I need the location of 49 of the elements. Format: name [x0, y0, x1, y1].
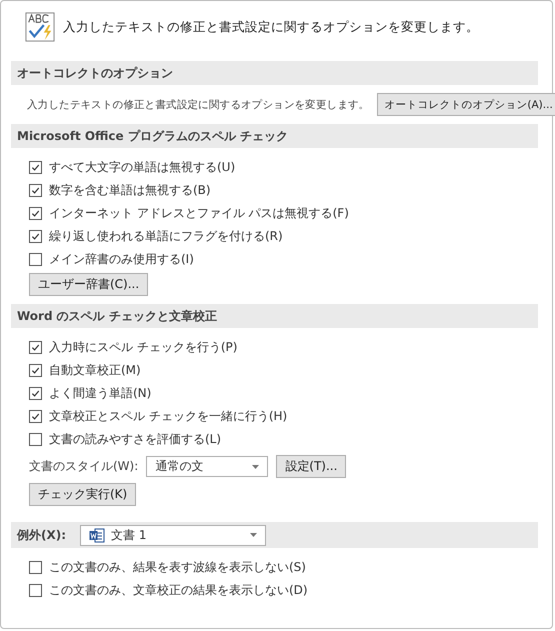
document-dropdown[interactable]: 文書 1 — [80, 524, 266, 546]
section-header: Word のスペル チェックと文章校正 — [11, 304, 538, 328]
header-text: 入力したテキストの修正と書式設定に関するオプションを変更します。 — [63, 18, 479, 36]
dropdown-arrow-icon — [252, 464, 260, 468]
checkbox[interactable] — [29, 432, 42, 446]
exceptions-label: 例外(X): — [17, 526, 66, 544]
checkbox[interactable] — [29, 560, 42, 574]
checkbox[interactable] — [29, 364, 42, 376]
check-icon — [31, 366, 40, 374]
checkbox-label[interactable]: すべて大文字の単語は無視する(U) — [49, 158, 236, 176]
check-icon — [31, 232, 40, 240]
section-header: Microsoft Office プログラムのスペル チェック — [11, 124, 538, 148]
checkbox-label[interactable]: 文章校正とスペル チェックを一緒に行う(H) — [49, 408, 288, 424]
checkbox-label[interactable]: 数字を含む単語は無視する(B) — [49, 182, 211, 198]
checkbox[interactable] — [29, 252, 42, 266]
checkbox-label[interactable]: よく間違う単語(N) — [49, 384, 152, 402]
checkbox[interactable] — [29, 160, 42, 174]
check-icon — [31, 412, 40, 420]
settings-button[interactable]: 設定(T)... — [276, 455, 346, 478]
checkbox[interactable] — [29, 340, 42, 354]
check-icon — [31, 388, 40, 398]
dropdown-arrow-icon — [250, 533, 258, 537]
check-icon — [31, 186, 40, 194]
checkbox-label[interactable]: インターネット アドレスとファイル パスは無視する(F) — [49, 204, 349, 222]
checkbox-label[interactable]: メイン辞書のみ使用する(I) — [49, 250, 194, 268]
description-text: 入力したテキストの修正と書式設定に関するオプションを変更します。 — [27, 98, 370, 112]
checkbox[interactable] — [29, 184, 42, 196]
checkbox-label[interactable]: この文書のみ、結果を表す波線を表示しない(S) — [49, 558, 306, 576]
checkbox-label[interactable]: 繰り返し使われる単語にフラグを付ける(R) — [49, 228, 283, 244]
check-icon — [31, 208, 40, 218]
check-icon — [31, 342, 40, 352]
checkbox-label[interactable]: 自動文章校正(M) — [49, 362, 141, 378]
style-dropdown[interactable]: 通常の文 — [146, 456, 268, 477]
checkbox[interactable] — [29, 410, 42, 422]
checkbox[interactable] — [29, 386, 42, 400]
check-icon — [31, 162, 40, 172]
section-header: オートコレクトのオプション — [11, 61, 538, 85]
autocorrect-options-button[interactable]: オートコレクトのオプション(A)... — [377, 93, 555, 116]
word-document-icon — [89, 528, 106, 542]
checkbox[interactable] — [29, 584, 42, 596]
spelling-check-icon — [25, 12, 55, 42]
checkbox-label[interactable]: 入力時にスペル チェックを行う(P) — [49, 338, 238, 356]
checkbox-label[interactable]: 文書の読みやすさを評価する(L) — [49, 430, 222, 448]
checkbox[interactable] — [29, 230, 42, 242]
check-document-button[interactable]: チェック実行(K) — [29, 483, 136, 506]
checkbox-label[interactable]: この文書のみ、文章校正の結果を表示しない(D) — [49, 582, 308, 598]
custom-dictionary-button[interactable]: ユーザー辞書(C)... — [29, 273, 148, 296]
checkbox[interactable] — [29, 206, 42, 220]
style-label: 文書のスタイル(W): — [29, 458, 138, 475]
